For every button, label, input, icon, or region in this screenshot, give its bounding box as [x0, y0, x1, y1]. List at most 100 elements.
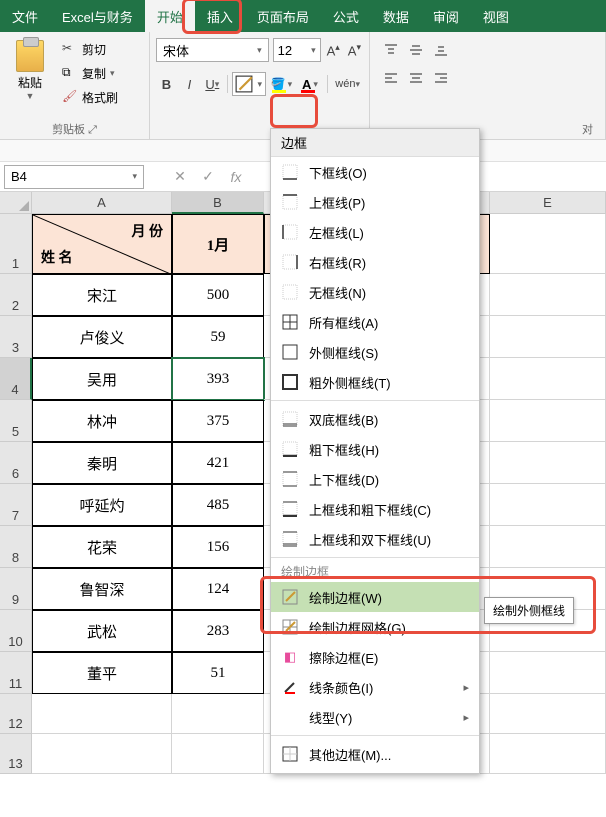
tab-review[interactable]: 审阅: [421, 0, 471, 32]
cell-e[interactable]: [490, 274, 606, 316]
cell-e[interactable]: [490, 526, 606, 568]
tab-custom[interactable]: Excel与财务: [50, 0, 145, 32]
align-center-button[interactable]: [405, 67, 427, 89]
border-option[interactable]: 上框线和双下框线(U): [271, 524, 479, 554]
format-painter-button[interactable]: 🖌 格式刷: [58, 86, 122, 108]
header-1month[interactable]: 1月: [172, 214, 264, 274]
tab-data[interactable]: 数据: [371, 0, 421, 32]
row-header[interactable]: 3: [0, 316, 32, 358]
tab-formulas[interactable]: 公式: [321, 0, 371, 32]
line-color-item[interactable]: 线条颜色(I) ▸: [271, 672, 479, 702]
row-header[interactable]: 12: [0, 694, 32, 734]
cell-name[interactable]: 吴用: [32, 358, 172, 400]
cell-e[interactable]: [490, 442, 606, 484]
bold-button[interactable]: B: [156, 73, 177, 95]
col-header-a[interactable]: A: [32, 192, 172, 214]
border-option[interactable]: 双底框线(B): [271, 404, 479, 434]
cancel-entry-button[interactable]: ✕: [168, 165, 192, 189]
cell-name[interactable]: 呼延灼: [32, 484, 172, 526]
row-header[interactable]: 7: [0, 484, 32, 526]
align-right-button[interactable]: [430, 67, 452, 89]
border-option[interactable]: 右框线(R): [271, 247, 479, 277]
fill-color-button[interactable]: 🪣 ▾: [268, 73, 295, 95]
col-header-e[interactable]: E: [490, 192, 606, 214]
row-header[interactable]: 8: [0, 526, 32, 568]
cell-name[interactable]: 花荣: [32, 526, 172, 568]
more-borders-item[interactable]: 其他边框(M)...: [271, 739, 479, 769]
cell-name[interactable]: 秦明: [32, 442, 172, 484]
align-middle-button[interactable]: [405, 39, 427, 61]
tab-home[interactable]: 开始: [145, 0, 195, 32]
cell-e[interactable]: [490, 358, 606, 400]
cell-value[interactable]: 421: [172, 442, 264, 484]
cell[interactable]: [490, 694, 606, 734]
font-name-select[interactable]: 宋体 ▾: [156, 38, 269, 62]
cell-value[interactable]: 59: [172, 316, 264, 358]
col-header-b[interactable]: B: [172, 192, 264, 214]
tab-file[interactable]: 文件: [0, 0, 50, 32]
row-header[interactable]: 13: [0, 734, 32, 774]
cell-e[interactable]: [490, 400, 606, 442]
fx-button[interactable]: fx: [224, 165, 248, 189]
draw-border-item[interactable]: 绘制边框(W): [271, 582, 479, 612]
name-box[interactable]: B4 ▾: [4, 165, 144, 189]
cell-name[interactable]: 宋江: [32, 274, 172, 316]
border-option[interactable]: 粗下框线(H): [271, 434, 479, 464]
cell-value[interactable]: 156: [172, 526, 264, 568]
cell[interactable]: [32, 694, 172, 734]
row-header[interactable]: 5: [0, 400, 32, 442]
border-option[interactable]: 上框线和粗下框线(C): [271, 494, 479, 524]
cell-value[interactable]: 375: [172, 400, 264, 442]
row-header[interactable]: 4: [0, 358, 32, 400]
font-color-button[interactable]: A ▾: [297, 73, 324, 95]
confirm-entry-button[interactable]: ✓: [196, 165, 220, 189]
cell[interactable]: [172, 694, 264, 734]
border-option[interactable]: 左框线(L): [271, 217, 479, 247]
cell-value[interactable]: 393: [172, 358, 264, 400]
cell-name[interactable]: 林冲: [32, 400, 172, 442]
font-size-select[interactable]: 12 ▾: [273, 38, 321, 62]
border-option[interactable]: 无框线(N): [271, 277, 479, 307]
cell[interactable]: [490, 734, 606, 774]
erase-border-item[interactable]: ◧ 擦除边框(E): [271, 642, 479, 672]
row-header[interactable]: 9: [0, 568, 32, 610]
dialog-launcher-icon[interactable]: ⤢: [88, 124, 97, 136]
border-option[interactable]: 上下框线(D): [271, 464, 479, 494]
border-option[interactable]: 下框线(O): [271, 157, 479, 187]
border-option[interactable]: 上框线(P): [271, 187, 479, 217]
border-button[interactable]: ▾: [232, 72, 266, 96]
row-header[interactable]: 6: [0, 442, 32, 484]
grow-font-button[interactable]: A▴: [325, 42, 342, 58]
italic-button[interactable]: I: [179, 73, 200, 95]
phonetic-button[interactable]: wén▾: [332, 78, 363, 90]
tab-insert[interactable]: 插入: [195, 0, 245, 32]
diagonal-header-cell[interactable]: 月 份姓 名: [32, 214, 172, 274]
cell-value[interactable]: 51: [172, 652, 264, 694]
cell[interactable]: [32, 734, 172, 774]
cell-value[interactable]: 283: [172, 610, 264, 652]
copy-button[interactable]: ⧉ 复制 ▾: [58, 62, 122, 84]
select-all-corner[interactable]: [0, 192, 32, 214]
row-header[interactable]: 10: [0, 610, 32, 652]
cell-value[interactable]: 124: [172, 568, 264, 610]
row-header[interactable]: 1: [0, 214, 32, 274]
align-bottom-button[interactable]: [430, 39, 452, 61]
cut-button[interactable]: ✂ 剪切: [58, 38, 122, 60]
cell-value[interactable]: 485: [172, 484, 264, 526]
row-header[interactable]: 11: [0, 652, 32, 694]
border-option[interactable]: 外侧框线(S): [271, 337, 479, 367]
cell-name[interactable]: 鲁智深: [32, 568, 172, 610]
paste-button[interactable]: 粘贴 ▼: [6, 36, 54, 108]
shrink-font-button[interactable]: A▾: [346, 42, 363, 58]
line-style-item[interactable]: 线型(Y) ▸: [271, 702, 479, 732]
tab-pagelayout[interactable]: 页面布局: [245, 0, 321, 32]
cell-e[interactable]: [490, 484, 606, 526]
border-option[interactable]: 粗外侧框线(T): [271, 367, 479, 397]
cell-value[interactable]: 500: [172, 274, 264, 316]
cell-name[interactable]: 武松: [32, 610, 172, 652]
cell-e[interactable]: [490, 316, 606, 358]
cell-name[interactable]: 卢俊义: [32, 316, 172, 358]
align-top-button[interactable]: [380, 39, 402, 61]
align-left-button[interactable]: [380, 67, 402, 89]
row-header[interactable]: 2: [0, 274, 32, 316]
